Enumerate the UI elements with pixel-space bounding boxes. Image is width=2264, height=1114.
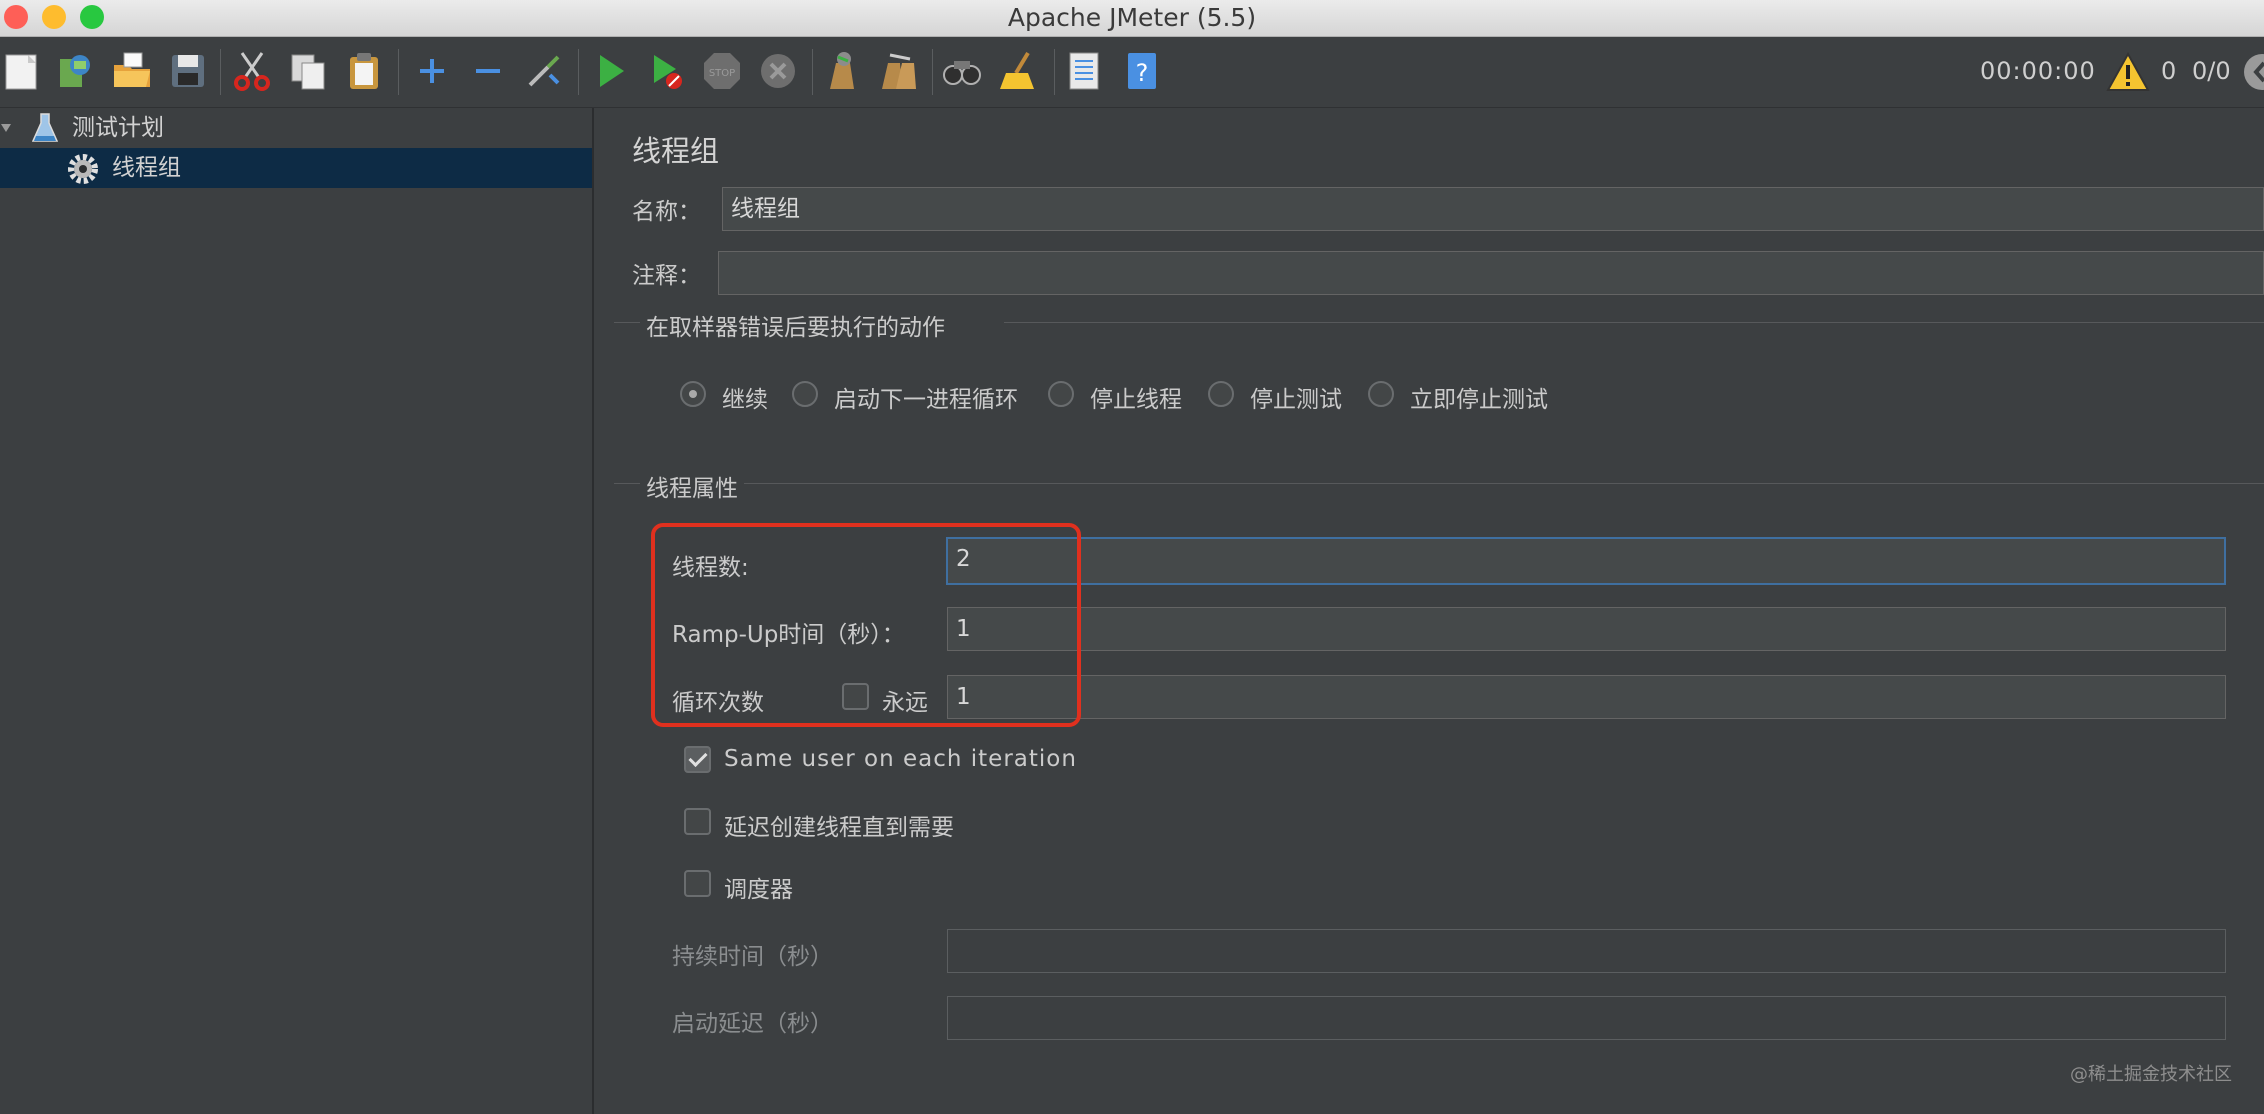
new-icon[interactable] bbox=[0, 49, 44, 93]
radio-stop-test-now-label: 立即停止测试 bbox=[1410, 387, 1548, 413]
log-toggle-icon[interactable] bbox=[2240, 51, 2264, 93]
save-icon[interactable] bbox=[166, 49, 210, 93]
radio-stop-test-now[interactable] bbox=[1368, 381, 1394, 407]
expand-icon[interactable] bbox=[410, 49, 454, 93]
delay-thread-creation-label: 延迟创建线程直到需要 bbox=[724, 815, 954, 841]
startup-delay-label: 启动延迟（秒） bbox=[672, 1011, 833, 1037]
elapsed-timer: 00:00:00 bbox=[1980, 57, 2096, 85]
radio-stop-test[interactable] bbox=[1208, 381, 1234, 407]
radio-stop-test-label: 停止测试 bbox=[1250, 387, 1342, 413]
cut-icon[interactable] bbox=[230, 49, 274, 93]
watermark: @稀土掘金技术社区 bbox=[2070, 1064, 2232, 1085]
clear-all-icon[interactable] bbox=[876, 49, 920, 93]
thread-properties-section-title: 线程属性 bbox=[646, 476, 738, 502]
delay-thread-creation-checkbox[interactable] bbox=[684, 808, 711, 835]
name-field[interactable]: 线程组 bbox=[722, 187, 2264, 231]
radio-stop-thread[interactable] bbox=[1048, 381, 1074, 407]
start-no-pause-icon[interactable] bbox=[644, 49, 688, 93]
comment-label: 注释： bbox=[632, 263, 701, 289]
same-user-label: Same user on each iteration bbox=[724, 746, 1077, 772]
annotation-highlight-box bbox=[651, 523, 1081, 727]
tree-node-thread-group[interactable]: 线程组 bbox=[0, 148, 592, 188]
startup-delay-field[interactable] bbox=[947, 996, 2226, 1040]
radio-continue-label: 继续 bbox=[722, 387, 768, 413]
active-thread-count: 0/0 bbox=[2192, 57, 2231, 85]
test-plan-tree: 测试计划 线程组 bbox=[0, 108, 592, 1114]
radio-stop-thread-label: 停止线程 bbox=[1090, 387, 1182, 413]
clear-icon[interactable] bbox=[820, 49, 864, 93]
shutdown-icon[interactable] bbox=[756, 49, 800, 93]
panel-title: 线程组 bbox=[632, 134, 720, 168]
same-user-checkbox[interactable] bbox=[684, 746, 711, 773]
warning-icon[interactable] bbox=[2106, 51, 2150, 93]
comment-field[interactable] bbox=[718, 251, 2264, 295]
window-title-bar: Apache JMeter (5.5) bbox=[0, 0, 2264, 37]
window-title: Apache JMeter (5.5) bbox=[1007, 3, 1257, 32]
expand-arrow-icon[interactable] bbox=[0, 122, 12, 134]
stop-icon[interactable]: STOP bbox=[700, 49, 744, 93]
paste-icon[interactable] bbox=[342, 49, 386, 93]
error-action-section-title: 在取样器错误后要执行的动作 bbox=[646, 315, 945, 341]
radio-continue[interactable] bbox=[680, 381, 706, 407]
collapse-icon[interactable] bbox=[466, 49, 510, 93]
flask-icon bbox=[32, 113, 58, 142]
toggle-icon[interactable] bbox=[522, 49, 566, 93]
duration-field[interactable] bbox=[947, 929, 2226, 973]
duration-label: 持续时间（秒） bbox=[672, 944, 833, 970]
copy-icon[interactable] bbox=[286, 49, 330, 93]
svg-text:?: ? bbox=[1136, 59, 1149, 87]
radio-start-next-loop-label: 启动下一进程循环 bbox=[834, 387, 1018, 413]
gear-icon bbox=[68, 154, 98, 184]
svg-text:STOP: STOP bbox=[709, 68, 735, 79]
scheduler-checkbox[interactable] bbox=[684, 870, 711, 897]
open-icon[interactable] bbox=[110, 49, 154, 93]
tree-node-label: 测试计划 bbox=[72, 115, 164, 141]
threads-field[interactable]: 2 bbox=[946, 537, 2226, 585]
warning-count: 0 bbox=[2161, 57, 2177, 85]
tree-node-test-plan[interactable]: 测试计划 bbox=[0, 108, 592, 148]
function-helper-icon[interactable] bbox=[1062, 49, 1106, 93]
templates-icon[interactable] bbox=[52, 49, 96, 93]
search-icon[interactable] bbox=[940, 49, 984, 93]
help-icon[interactable]: ? bbox=[1120, 49, 1164, 93]
start-icon[interactable] bbox=[588, 49, 632, 93]
rampup-field[interactable]: 1 bbox=[947, 607, 2226, 651]
name-label: 名称： bbox=[632, 199, 701, 225]
tree-node-label: 线程组 bbox=[112, 155, 181, 181]
scheduler-label: 调度器 bbox=[724, 877, 793, 903]
radio-start-next-loop[interactable] bbox=[792, 381, 818, 407]
toolbar: STOP ? 00:00:00 0 0/0 bbox=[0, 37, 2264, 108]
thread-group-panel: 线程组 名称： 线程组 注释： 在取样器错误后要执行的动作 继续 启动下一进程循… bbox=[594, 108, 2264, 1114]
loop-count-field[interactable]: 1 bbox=[947, 675, 2226, 719]
reset-search-icon[interactable] bbox=[998, 49, 1042, 93]
